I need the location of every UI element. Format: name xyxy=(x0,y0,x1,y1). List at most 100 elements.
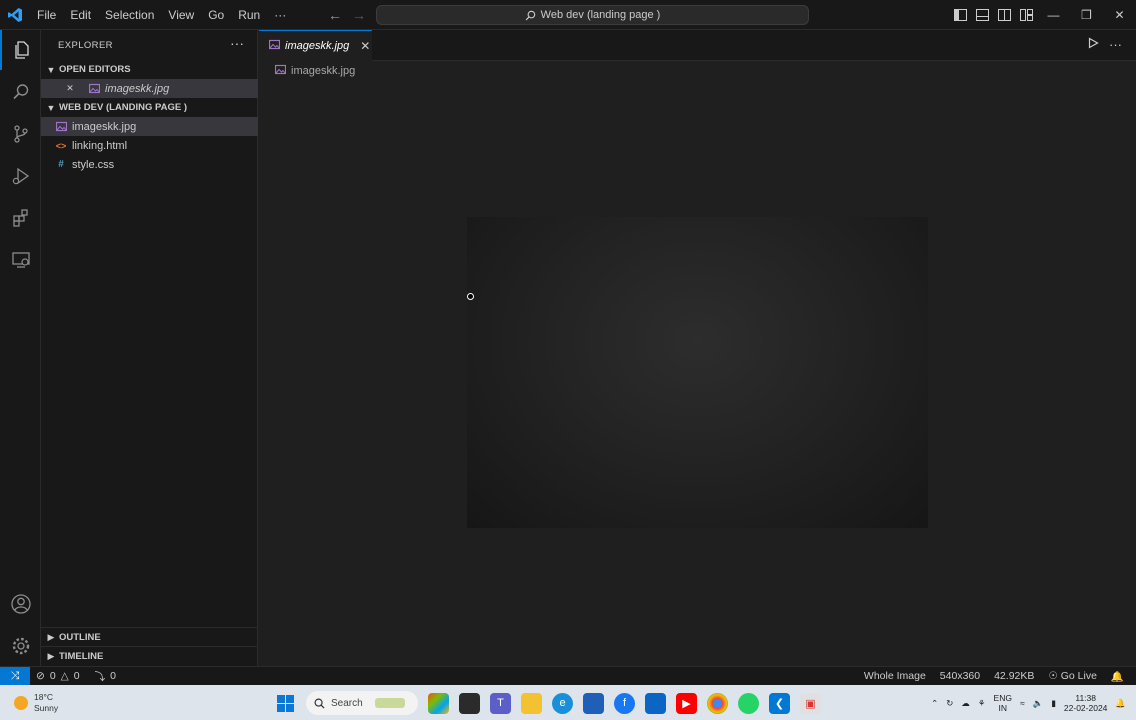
outline-header[interactable]: ▶ OUTLINE xyxy=(41,628,258,647)
weather-desc: Sunny xyxy=(34,703,59,713)
youtube-icon[interactable]: ▶ xyxy=(676,692,697,714)
weather-widget[interactable]: 18°C Sunny xyxy=(14,692,58,714)
open-editors-header[interactable]: ▼ OPEN EDITORS xyxy=(41,60,258,79)
windows-start-icon[interactable] xyxy=(275,693,296,714)
menu-view[interactable]: View xyxy=(161,0,201,30)
vscode-taskbar-icon[interactable]: ❮ xyxy=(769,692,790,714)
taskbar-search[interactable]: Search xyxy=(306,691,418,715)
accounts-icon[interactable] xyxy=(0,584,41,624)
workspace-header[interactable]: ▼ WEB DEV (LANDING PAGE ) xyxy=(41,98,258,117)
menu-bar: File Edit Selection View Go Run ··· xyxy=(30,0,293,30)
editor-actions: ··· xyxy=(1088,37,1122,52)
task-view-icon[interactable] xyxy=(459,692,480,714)
image-file-icon xyxy=(54,120,68,134)
image-editor-area xyxy=(259,81,1136,666)
pdf-app-icon[interactable]: ▣ xyxy=(800,692,821,714)
image-file-icon xyxy=(274,64,287,78)
sidebar-title: EXPLORER xyxy=(58,40,113,51)
zoom-mode[interactable]: Whole Image xyxy=(864,670,926,682)
file-size: 42.92KB xyxy=(994,670,1035,682)
error-count: 0 xyxy=(49,670,56,682)
tray-expand-icon[interactable]: ⌃ xyxy=(931,698,938,709)
taskbar-apps: Search T e f ▶ ❮ ▣ xyxy=(275,690,821,716)
sidebar-more-actions[interactable]: ··· xyxy=(230,35,244,51)
file-item[interactable]: # style.css xyxy=(41,155,258,174)
lang-bottom: IN xyxy=(998,703,1008,713)
search-icon xyxy=(314,698,325,709)
copilot-icon[interactable] xyxy=(428,692,449,714)
toggle-panel-icon[interactable] xyxy=(971,0,993,30)
volume-icon[interactable]: 🔈 xyxy=(1033,698,1044,709)
cloud-icon[interactable]: ☁ xyxy=(961,698,970,709)
toggle-primary-sidebar-icon[interactable] xyxy=(949,0,971,30)
open-editors-label: OPEN EDITORS xyxy=(59,64,131,75)
windows-taskbar: 18°C Sunny Search T e f ▶ ❮ ▣ ⌃ ↻ ☁ ⚘ EN… xyxy=(0,685,1136,720)
timeline-header[interactable]: ▶ TIMELINE xyxy=(41,647,258,666)
clock[interactable]: 11:38 22-02-2024 xyxy=(1064,693,1107,713)
status-right-items: Whole Image 540x360 42.92KB ☉ Go Live 🔔 xyxy=(864,667,1124,685)
chevron-right-icon: ▶ xyxy=(47,651,55,661)
explorer-icon[interactable] xyxy=(0,30,41,70)
editor-tab[interactable]: imageskk.jpg ✕ xyxy=(259,30,372,61)
file-explorer-icon[interactable] xyxy=(521,692,542,714)
breadcrumb[interactable]: imageskk.jpg xyxy=(259,61,355,81)
menu-edit[interactable]: Edit xyxy=(63,0,98,30)
explorer-sidebar: EXPLORER ··· ▼ OPEN EDITORS ✕ imageskk.j… xyxy=(41,30,258,666)
activity-bar xyxy=(0,30,41,666)
teams-icon[interactable]: T xyxy=(490,692,511,714)
workspace-label: WEB DEV (LANDING PAGE ) xyxy=(59,102,188,113)
more-actions-icon[interactable]: ··· xyxy=(1109,37,1122,52)
go-live-button[interactable]: ☉ Go Live xyxy=(1048,670,1097,682)
problems-indicator[interactable]: ⊘ 0 △ 0 ⤵ 0 xyxy=(36,667,116,685)
close-tab-icon[interactable]: ✕ xyxy=(360,39,370,53)
usb-icon[interactable]: ⚘ xyxy=(978,698,986,709)
notification-icon[interactable]: 🔔 xyxy=(1115,698,1126,709)
forward-arrow-icon[interactable]: → xyxy=(350,6,368,24)
command-center[interactable]: Web dev (landing page ) xyxy=(376,5,809,25)
menu-go[interactable]: Go xyxy=(201,0,231,30)
search-highlight-icon xyxy=(374,698,405,708)
remote-indicator-icon[interactable]: ⤨ xyxy=(0,667,30,685)
notifications-bell-icon[interactable]: 🔔 xyxy=(1111,670,1124,683)
facebook-icon[interactable]: f xyxy=(614,692,635,714)
back-arrow-icon[interactable]: ← xyxy=(326,6,344,24)
remote-explorer-icon[interactable] xyxy=(0,240,41,280)
edge-icon[interactable]: e xyxy=(552,692,573,714)
battery-icon[interactable]: ▮ xyxy=(1051,698,1056,709)
file-item[interactable]: imageskk.jpg xyxy=(41,117,258,136)
ports-count: 0 xyxy=(110,670,116,682)
toggle-secondary-sidebar-icon[interactable] xyxy=(993,0,1015,30)
language-indicator[interactable]: ENG IN xyxy=(994,693,1012,713)
menu-more[interactable]: ··· xyxy=(267,0,293,30)
source-control-icon[interactable] xyxy=(0,114,41,154)
menu-run[interactable]: Run xyxy=(231,0,267,30)
open-editor-item[interactable]: ✕ imageskk.jpg xyxy=(41,79,258,98)
outline-label: OUTLINE xyxy=(59,632,101,643)
store-icon[interactable] xyxy=(583,692,604,714)
messenger-app-icon[interactable] xyxy=(645,692,666,714)
manage-gear-icon[interactable] xyxy=(0,626,41,666)
search-icon[interactable] xyxy=(0,72,41,112)
title-bar: File Edit Selection View Go Run ··· ← → … xyxy=(0,0,1136,30)
navigation-arrows: ← → xyxy=(326,6,368,24)
extensions-icon[interactable] xyxy=(0,198,41,238)
menu-selection[interactable]: Selection xyxy=(98,0,161,30)
run-play-icon[interactable] xyxy=(1088,37,1099,49)
restore-button[interactable]: ❒ xyxy=(1070,0,1103,30)
run-and-debug-icon[interactable] xyxy=(0,156,41,196)
file-item[interactable]: <> linking.html xyxy=(41,136,258,155)
minimize-button[interactable]: — xyxy=(1037,0,1070,30)
whatsapp-icon[interactable] xyxy=(738,692,759,714)
sync-icon[interactable]: ↻ xyxy=(946,698,953,709)
chrome-icon[interactable] xyxy=(707,692,728,714)
menu-file[interactable]: File xyxy=(30,0,63,30)
open-editor-label: imageskk.jpg xyxy=(105,82,170,95)
vscode-logo-icon xyxy=(8,8,22,22)
customize-layout-icon[interactable] xyxy=(1015,0,1037,30)
close-editor-icon[interactable]: ✕ xyxy=(63,82,77,96)
status-bar: ⤨ ⊘ 0 △ 0 ⤵ 0 Whole Image 540x360 42.92K… xyxy=(0,666,1136,685)
wifi-icon[interactable]: ≈ xyxy=(1020,698,1025,708)
warning-count: 0 xyxy=(73,670,80,682)
close-button[interactable]: ✕ xyxy=(1103,0,1136,30)
image-preview[interactable] xyxy=(467,217,928,528)
